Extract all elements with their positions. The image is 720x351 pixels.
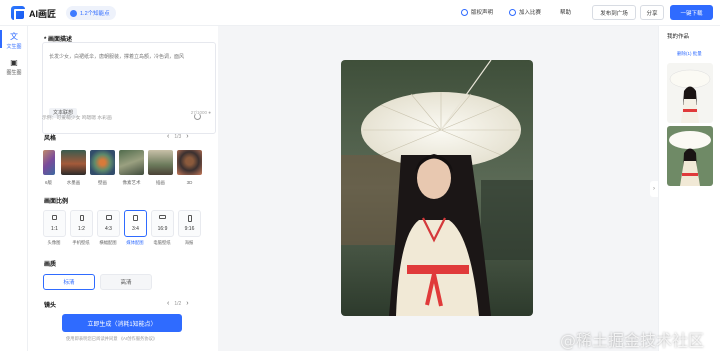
generate-button[interactable]: 立即生成（消耗1知能点） <box>62 314 182 332</box>
generated-image-art <box>341 60 533 316</box>
ratio-label: 4:3 <box>105 226 112 232</box>
landscape-icon <box>105 215 112 220</box>
quality-label: 标清 <box>63 280 75 286</box>
publish-button[interactable]: 发布到广场 <box>592 5 636 20</box>
ratio-option-4-3[interactable]: 4:3 <box>97 210 120 237</box>
ratio-label: 1:2 <box>78 226 85 232</box>
style-thumb-0[interactable] <box>43 150 55 175</box>
works-title: 我的作品 <box>667 34 690 40</box>
work-thumb-2[interactable] <box>667 126 713 186</box>
style-thumb-1[interactable] <box>61 150 86 175</box>
style-thumb-4[interactable] <box>148 150 173 175</box>
style-label-5: 3D <box>186 180 193 185</box>
prompt-text[interactable]: 长发少女，白裙纸伞，唐朝服装，撑着立岛额，冷色调，面风 <box>49 53 209 61</box>
lens-title: 镜头 <box>44 303 57 309</box>
logo-icon <box>11 6 26 21</box>
app-logo[interactable]: AI画匠 <box>11 6 57 21</box>
ratio-label: 9:16 <box>184 226 195 232</box>
prev-arrow-icon[interactable]: ‹ <box>167 300 169 307</box>
settings-panel: * 画面描述 长发少女，白裙纸伞，唐朝服装，撑着立岛额，冷色调，面风 文本联想 … <box>28 26 218 351</box>
ratio-option-3-4[interactable]: 3:4 <box>124 210 147 237</box>
copyright-label: 版权声明 <box>471 10 494 16</box>
style-label-0: 6版 <box>44 180 52 185</box>
top-header: AI画匠 1.2个知能点 版权声明 加入比赛 帮助 发布到广场 分享 一键下载 <box>0 0 720 26</box>
ratio-label: 1:1 <box>51 226 58 232</box>
agreement-text[interactable]: 使用即表明您已阅读并同意 《AI创作服务协议》 <box>66 336 157 342</box>
nav-image-to-image[interactable]: ▣ 图生图 <box>0 58 28 76</box>
work-thumb-art <box>667 126 713 186</box>
points-badge[interactable]: 1.2个知能点 <box>66 6 116 20</box>
translate-icon: 文 <box>10 32 18 41</box>
style-page: 1/3 <box>174 133 182 140</box>
ratio-label: 3:4 <box>132 226 139 232</box>
tall-icon <box>187 215 192 222</box>
style-thumb-2[interactable] <box>90 150 115 175</box>
style-title: 风格 <box>44 136 57 142</box>
nav-text-to-image[interactable]: 文 文生图 <box>0 32 28 50</box>
download-label: 一键下载 <box>680 10 703 17</box>
prompt-examples[interactable]: 示例：可爱萌少女 鸣嗯嗯 水彩画 <box>42 114 112 121</box>
lens-page: 1/2 <box>174 300 182 307</box>
style-thumb-5[interactable] <box>177 150 202 175</box>
image-icon: ▣ <box>10 58 18 67</box>
style-label-4: 插画 <box>156 180 165 185</box>
prev-arrow-icon[interactable]: ‹ <box>167 133 169 140</box>
work-thumb-1[interactable] <box>667 63 713 123</box>
style-label-2: 壁画 <box>98 180 107 185</box>
works-actions[interactable]: 删除(1) 批量 <box>677 51 702 57</box>
coin-icon <box>70 9 77 17</box>
publish-label: 发布到广场 <box>600 10 628 17</box>
next-arrow-icon[interactable]: › <box>186 300 188 307</box>
points-label: 1.2个知能点 <box>80 11 110 17</box>
share-button[interactable]: 分享 <box>640 5 664 20</box>
ratio-sub-label: 海报 <box>184 240 194 245</box>
refresh-icon[interactable] <box>194 113 201 120</box>
quality-standard-button[interactable]: 标清 <box>43 274 95 290</box>
generate-label: 立即生成（消耗1知能点） <box>87 321 157 328</box>
ratio-option-1-1[interactable]: 1:1 <box>43 210 66 237</box>
copyright-link[interactable]: 版权声明 <box>461 8 493 16</box>
widescreen-icon <box>159 215 166 219</box>
ratio-label: 16:9 <box>157 226 168 232</box>
ratio-sub-label: 媒体配图 <box>126 240 144 245</box>
ratio-sub-label: 头像图 <box>47 240 61 245</box>
shield-icon <box>461 8 468 16</box>
nav-label: 文生图 <box>6 44 22 50</box>
lens-pager: ‹ 1/2 › <box>167 300 189 307</box>
share-label: 分享 <box>646 10 658 17</box>
ratio-option-16-9[interactable]: 16:9 <box>151 210 174 237</box>
help-link[interactable]: 帮助 <box>560 8 571 16</box>
ratio-sub-label: 手机壁纸 <box>72 240 90 245</box>
style-pager: ‹ 1/3 › <box>167 133 189 140</box>
work-thumb-art <box>667 63 713 123</box>
ratio-sub-label: 横幅配图 <box>99 240 117 245</box>
contest-link[interactable]: 加入比赛 <box>509 8 541 16</box>
square-icon <box>52 215 57 220</box>
quality-label: 高清 <box>120 280 132 286</box>
generated-image[interactable] <box>341 60 533 316</box>
style-label-3: 像素艺术 <box>122 180 141 185</box>
help-label: 帮助 <box>560 10 572 16</box>
style-thumb-3[interactable] <box>119 150 144 175</box>
ratio-option-9-16[interactable]: 9:16 <box>178 210 201 237</box>
ratio-option-1-2[interactable]: 1:2 <box>70 210 93 237</box>
trophy-icon <box>509 8 516 16</box>
my-works-panel: 我的作品 删除(1) 批量 <box>658 26 720 351</box>
portrait-icon <box>133 215 138 221</box>
ratio-sub-label: 电脑壁纸 <box>153 240 171 245</box>
download-button[interactable]: 一键下载 <box>670 5 713 20</box>
nav-label: 图生图 <box>6 70 22 76</box>
ratio-title: 画面比例 <box>44 199 69 205</box>
portrait-icon <box>79 215 84 221</box>
style-label-1: 水墨画 <box>66 180 81 185</box>
preview-canvas: › <box>218 26 658 351</box>
collapse-panel-button[interactable]: › <box>650 181 658 197</box>
left-nav: 文 文生图 ▣ 图生图 <box>0 26 28 351</box>
quality-hd-button[interactable]: 高清 <box>100 274 152 290</box>
watermark: @稀土掘金技术社区 <box>560 331 705 350</box>
contest-label: 加入比赛 <box>519 10 542 16</box>
quality-title: 画质 <box>44 262 57 268</box>
app-name: AI画匠 <box>29 8 57 19</box>
next-arrow-icon[interactable]: › <box>186 133 188 140</box>
